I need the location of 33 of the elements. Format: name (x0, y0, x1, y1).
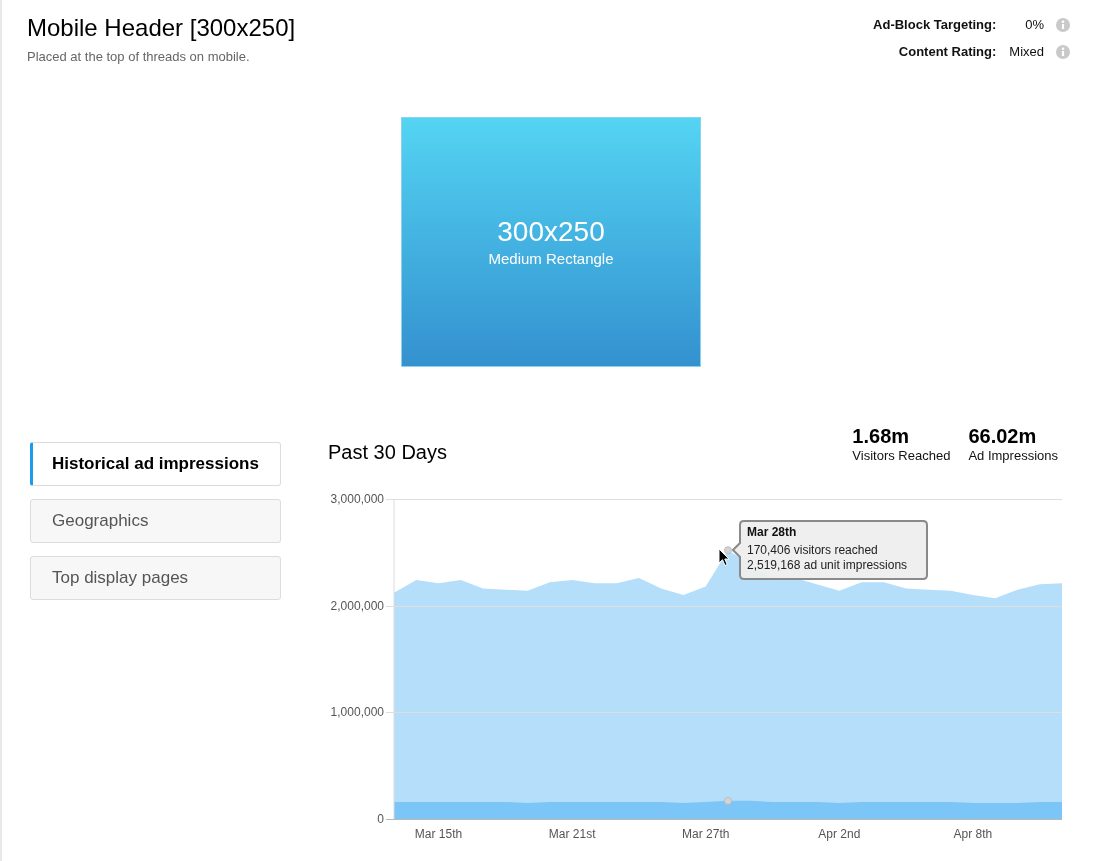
tooltip-title: Mar 28th (747, 524, 797, 541)
sidebar-tab[interactable]: Geographics (30, 499, 281, 543)
x-axis-label: Apr 2nd (818, 827, 861, 841)
x-axis-label: Apr 8th (953, 827, 993, 841)
y-axis-label: 0 (377, 812, 384, 826)
mouse-cursor-icon (718, 548, 730, 568)
stat-label: Ad Impressions (968, 448, 1058, 464)
y-axis-label: 2,000,000 (330, 598, 384, 613)
property-label: Content Rating: (898, 43, 997, 61)
property-value: 0% (1025, 16, 1044, 34)
tooltip-text: 170,406 visitors reached (747, 543, 878, 559)
stat-value: 66.02m (968, 424, 1037, 448)
page-subtitle: Placed at the top of threads on mobile. (27, 48, 250, 66)
tooltip-text: 2,519,168 ad unit impressions (747, 558, 908, 574)
x-axis-label: Mar 27th (682, 827, 730, 841)
panel-title: Past 30 Days (328, 440, 447, 465)
info-icon (1056, 45, 1070, 59)
property-label: Ad-Block Targeting: (873, 16, 997, 34)
y-axis-label: 1,000,000 (330, 705, 384, 720)
x-axis-label: Mar 15th (414, 827, 463, 841)
page-title: Mobile Header [300x250] (27, 13, 296, 43)
y-axis-label: 3,000,000 (330, 492, 384, 506)
sidebar-tab[interactable]: Top display pages (30, 556, 281, 600)
info-icon (1056, 18, 1070, 32)
ad-format-text: Medium Rectangle (488, 249, 614, 269)
stat-value: 1.68m (852, 424, 910, 448)
x-axis-label: Mar 21st (548, 827, 596, 841)
property-value: Mixed (1009, 43, 1044, 61)
stat-label: Visitors Reached (852, 448, 951, 464)
hover-marker-icon (724, 546, 732, 555)
sidebar-tab[interactable]: Historical ad impressions (30, 442, 281, 486)
hover-marker-icon (724, 796, 732, 805)
ad-size-text: 300x250 (497, 215, 605, 249)
